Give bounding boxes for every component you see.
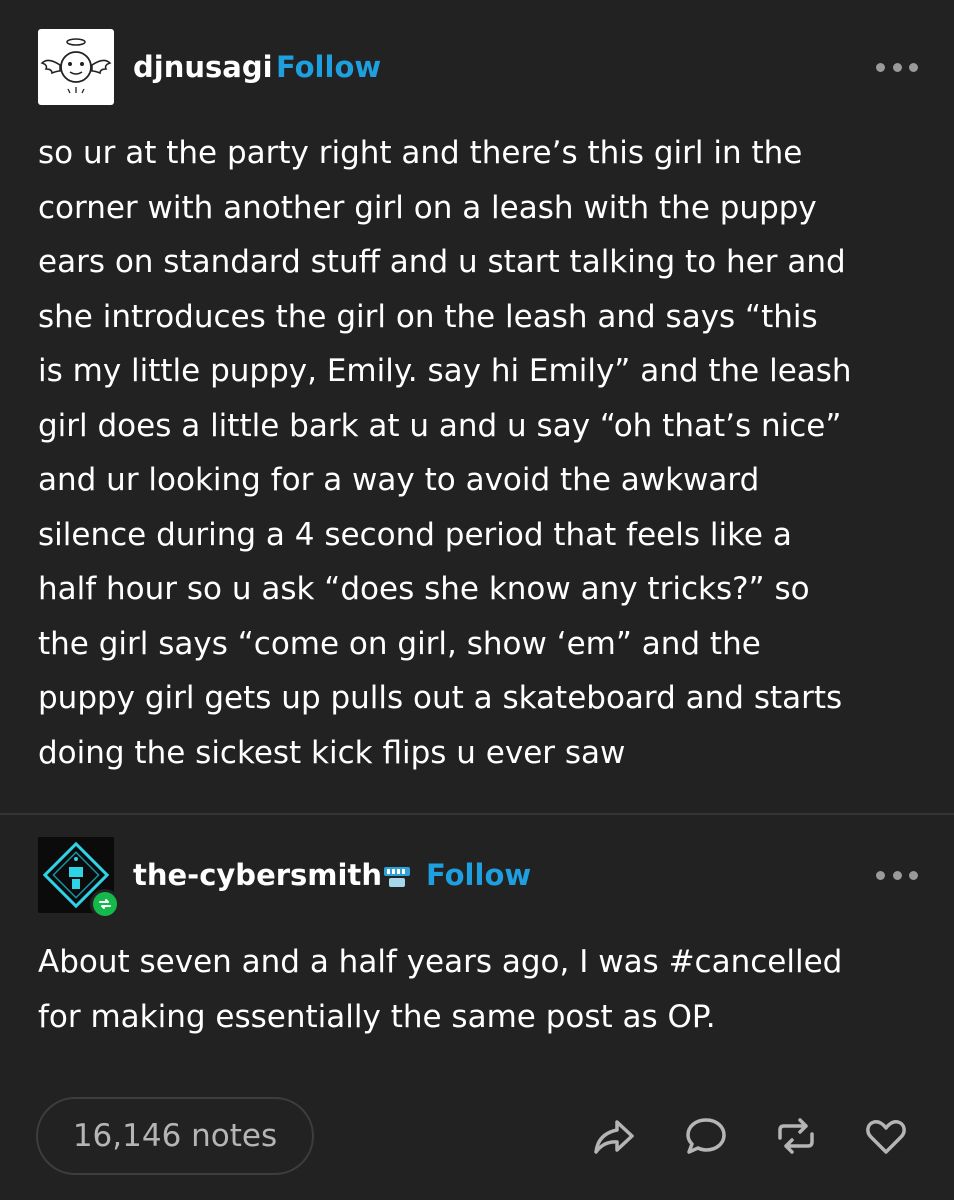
mascot-badge-icon (382, 861, 412, 891)
op-avatar[interactable] (38, 29, 114, 105)
op-follow-button[interactable]: Follow (276, 29, 381, 105)
op-header: djnusagi Follow (38, 29, 918, 105)
reblog-header: the-cybersmith Follow (38, 837, 918, 919)
reblog-badge-icon (90, 889, 120, 919)
angel-face-icon (40, 38, 112, 94)
share-icon[interactable] (590, 1112, 638, 1160)
reblog-more-options-icon[interactable] (876, 865, 918, 885)
reblog-icon[interactable] (772, 1112, 820, 1160)
op-post-body: so ur at the party right and there’s thi… (38, 135, 852, 771)
tumblr-post: djnusagi Follow so ur at the party right… (0, 0, 954, 1200)
op-username[interactable]: djnusagi (133, 29, 273, 105)
reply-icon[interactable] (682, 1112, 730, 1160)
reblogger-username[interactable]: the-cybersmith (133, 837, 382, 913)
notes-count-button[interactable]: 16,146 notes (36, 1097, 314, 1175)
reblog-body: About seven and a half years ago, I was … (38, 944, 843, 1035)
op-more-options-icon[interactable] (876, 57, 918, 77)
like-icon[interactable] (862, 1112, 910, 1160)
post-divider (0, 813, 954, 815)
reblogger-follow-button[interactable]: Follow (426, 837, 531, 913)
